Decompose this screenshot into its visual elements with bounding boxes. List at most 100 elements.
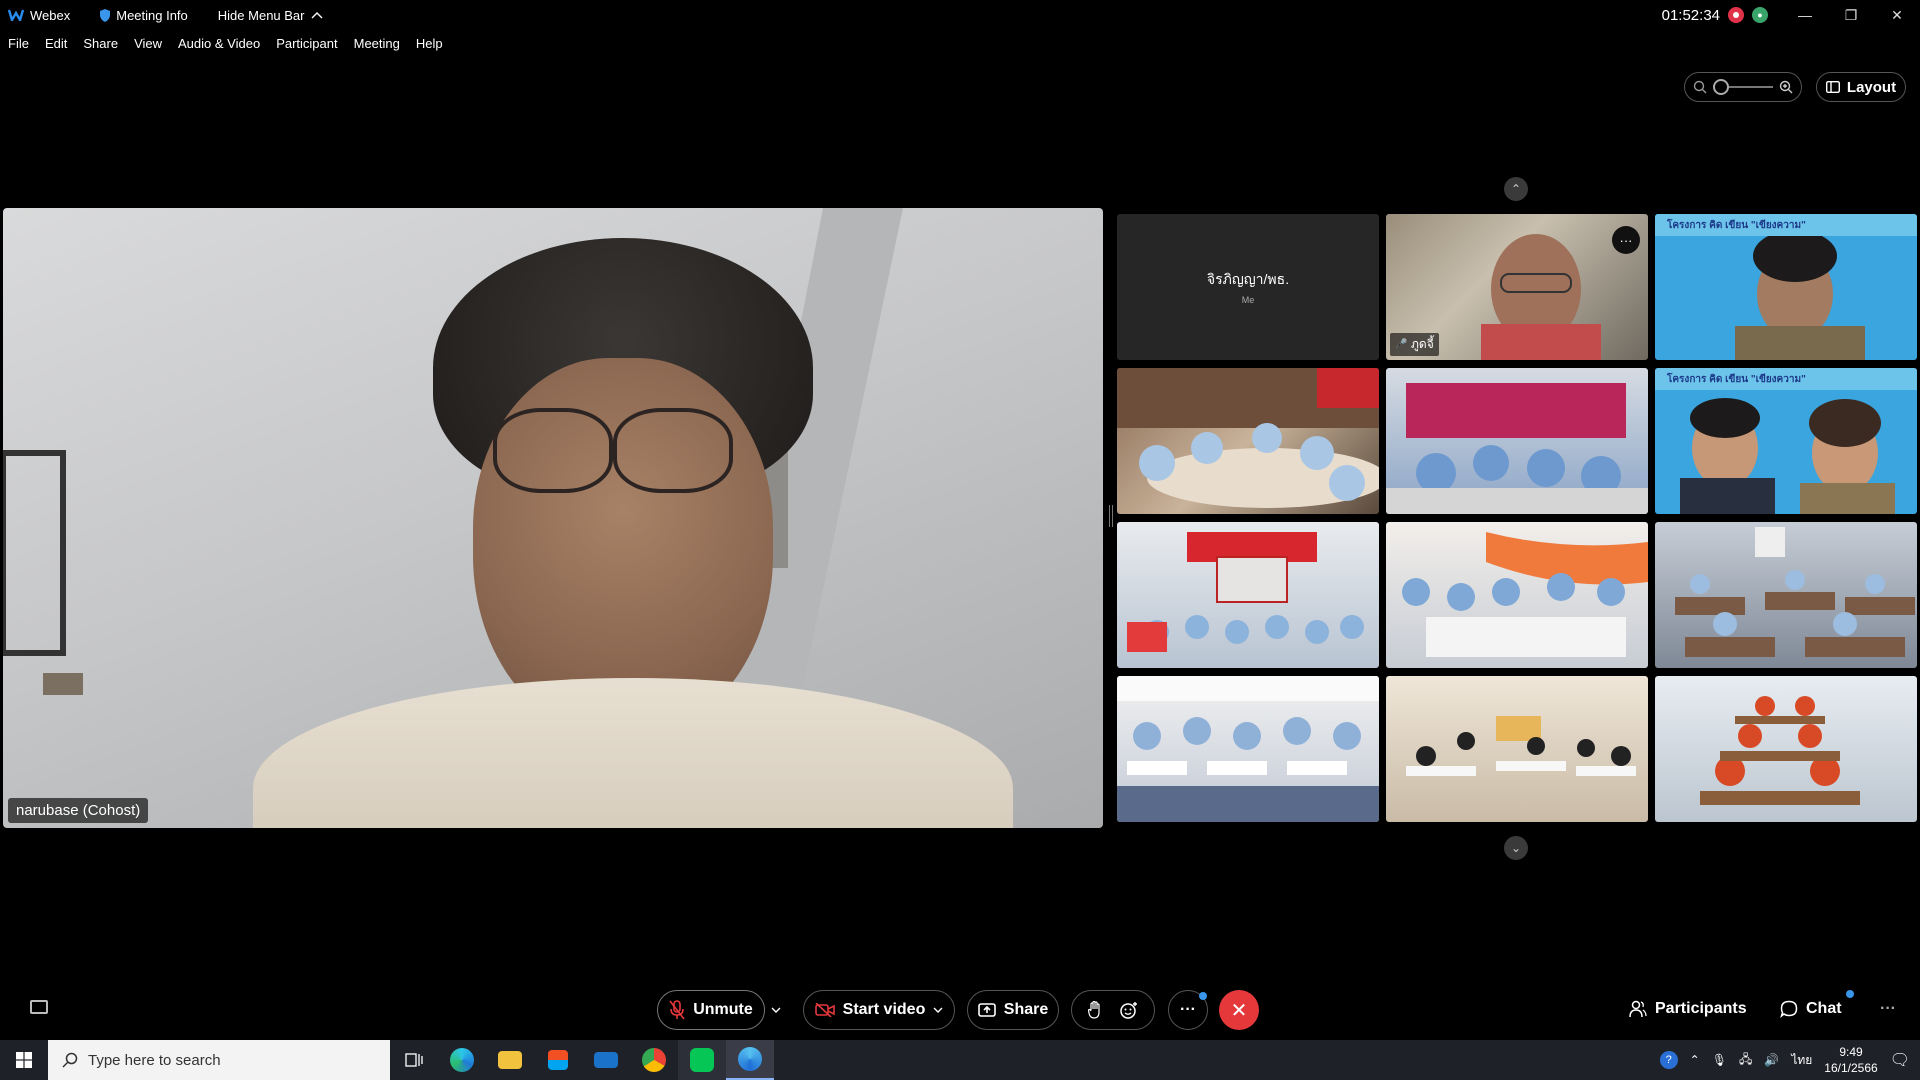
layout-label: Layout [1846,78,1897,96]
chat-label: Chat [1806,1000,1842,1017]
input-language[interactable]: ไทย [1791,1051,1812,1070]
chat-button[interactable]: Chat [1780,1000,1842,1018]
zoom-track[interactable] [1713,79,1773,95]
participant-tile[interactable] [1386,676,1648,822]
end-call-button[interactable]: ✕ [1219,990,1259,1030]
participant-tile[interactable] [1655,676,1917,822]
self-name: จิรภิญญา/พธ. [1206,271,1290,287]
classroom-video [1117,368,1379,508]
edge-icon [450,1048,474,1072]
system-tray: ? ⌃ 🎙 🖧 🔊 ไทย 9:49 16/1/2566 🗨 [1659,1040,1920,1080]
participant-tile[interactable]: โครงการ คิด เขียน "เขียงความ" [1655,368,1917,514]
participant-name-label: 🎤 ภูดจี้ [1390,333,1439,356]
speaker-name-label: narubase (Cohost) [8,798,149,823]
share-label: Share [1003,1001,1049,1018]
gallery-scroll-up-button[interactable]: ⌃ [1504,177,1528,201]
menu-share[interactable]: Share [83,36,118,51]
meeting-info-label: Meeting Info [116,7,188,23]
taskbar-mail[interactable] [582,1040,630,1080]
start-button[interactable] [0,1040,48,1080]
task-view-button[interactable] [390,1040,438,1080]
taskbar-line[interactable] [678,1040,726,1080]
zoom-out-icon[interactable] [1693,80,1707,94]
volume-icon[interactable]: 🔊 [1764,1053,1779,1067]
hide-menu-bar-label: Hide Menu Bar [217,7,305,23]
participant-tile[interactable] [1117,676,1379,822]
taskbar-webex[interactable] [726,1040,774,1080]
close-window-button[interactable]: ✕ [1874,0,1920,30]
reactions-icon[interactable] [1120,1001,1138,1019]
taskbar-edge[interactable] [438,1040,486,1080]
participant-tile[interactable]: ··· 🎤 ภูดจี้ [1386,214,1648,360]
line-icon [690,1048,714,1072]
restore-button[interactable]: ❐ [1828,0,1874,30]
chat-notification-dot [1846,990,1854,998]
participant-tile[interactable] [1117,522,1379,668]
classroom-video [1127,532,1364,652]
chevron-up-icon[interactable]: ⌃ [1690,1053,1700,1067]
participant-tile[interactable] [1655,522,1917,668]
more-options-icon[interactable]: ··· [1612,226,1640,254]
participant-tile[interactable] [1386,522,1648,668]
network-icon[interactable]: 🖧 [1739,1050,1752,1071]
start-video-button[interactable]: Start video [803,990,955,1030]
menu-file[interactable]: File [8,36,29,51]
participant-tile[interactable] [1386,368,1648,514]
taskbar-search-input[interactable]: Type here to search [48,1040,390,1080]
self-sub-label: Me [1241,295,1255,305]
minimize-button[interactable]: — [1782,0,1828,30]
taskbar-clock[interactable]: 9:49 16/1/2566 [1824,1044,1877,1076]
meeting-info-button[interactable]: Meeting Info [100,8,188,23]
captions-icon[interactable] [30,1000,48,1014]
chevron-down-icon[interactable] [933,1007,943,1013]
chrome-icon [642,1048,666,1072]
help-icon[interactable]: ? [1659,1051,1678,1069]
zoom-slider[interactable] [1684,72,1802,102]
mic-muted-icon [669,1000,685,1020]
share-button[interactable]: Share [967,990,1059,1030]
participant-tile[interactable] [1117,368,1379,514]
share-icon [977,1003,996,1017]
video-off-icon [814,1003,835,1017]
taskbar-file-explorer[interactable] [486,1040,534,1080]
classroom-video [1406,716,1636,776]
hide-menu-bar-button[interactable]: Hide Menu Bar [218,8,323,23]
task-view-icon [405,1053,423,1067]
unmute-button[interactable]: Unmute [657,990,765,1030]
raise-hand-icon[interactable] [1088,1001,1102,1019]
avatar[interactable]: ● [1752,7,1768,23]
notifications-icon[interactable]: 🗨 [1890,1050,1910,1070]
menu-audio-video[interactable]: Audio & Video [178,36,260,51]
recording-icon[interactable] [1728,7,1744,23]
microphone-icon[interactable]: 🎙 [1712,1053,1727,1067]
layout-button[interactable]: Layout [1816,72,1906,102]
participant-tile[interactable]: โครงการ คิด เขียน "เขียงความ" [1655,214,1917,360]
menu-view[interactable]: View [134,36,162,51]
taskbar-chrome[interactable] [630,1040,678,1080]
menu-edit[interactable]: Edit [45,36,67,51]
chevron-up-icon [311,12,322,19]
zoom-in-icon[interactable] [1779,80,1793,94]
menu-participant[interactable]: Participant [276,36,337,51]
windows-taskbar: Type here to search ? ⌃ 🎙 🖧 🔊 ไทย 9:49 1… [0,1040,1920,1080]
overflow-menu-button[interactable]: ··· [1880,1000,1896,1018]
active-speaker-video[interactable]: narubase (Cohost) [3,208,1103,828]
audio-options-dropdown[interactable] [764,990,788,1030]
taskbar-date: 16/1/2566 [1824,1061,1878,1075]
panel-splitter[interactable] [1109,505,1113,527]
store-icon [548,1050,568,1070]
webex-logo-icon [8,9,24,21]
zoom-thumb[interactable] [1713,79,1729,95]
taskbar-time: 9:49 [1839,1045,1863,1059]
participants-label: Participants [1655,1000,1747,1017]
classroom-video [1402,532,1648,657]
self-view-tile[interactable]: จิรภิญญา/พธ. Me [1117,214,1379,360]
gallery-scroll-down-button[interactable]: ⌄ [1504,836,1528,860]
app-name: Webex [30,7,71,23]
muted-icon: 🎤 [1395,338,1408,350]
participants-button[interactable]: Participants [1629,1000,1747,1018]
taskbar-store[interactable] [534,1040,582,1080]
unmute-label: Unmute [693,1001,753,1018]
menu-help[interactable]: Help [416,36,443,51]
menu-meeting[interactable]: Meeting [354,36,400,51]
